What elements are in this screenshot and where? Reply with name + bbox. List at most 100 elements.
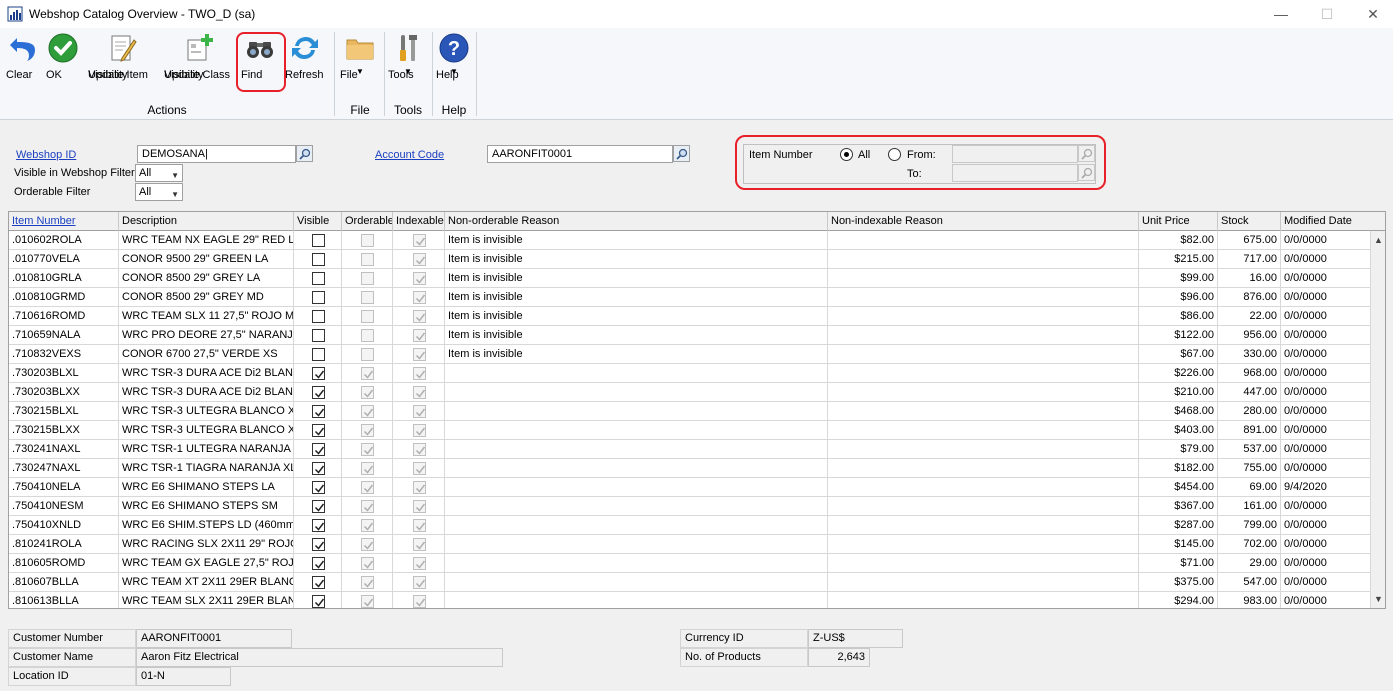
account-code-field[interactable]: AARONFIT0001 — [487, 145, 673, 163]
table-row[interactable]: .730241NAXL WRC TSR-1 ULTEGRA NARANJA XL $… — [9, 440, 1371, 459]
visible-checkbox[interactable] — [311, 253, 325, 266]
clear-button[interactable]: Clear — [6, 32, 40, 81]
orderable-filter-select[interactable]: All ▼ — [135, 183, 183, 201]
desc-cell[interactable]: WRC E6 SHIMANO STEPS SM — [119, 497, 294, 516]
date-cell[interactable]: 0/0/0000 — [1281, 497, 1371, 516]
desc-cell[interactable]: WRC TSR-1 TIAGRA NARANJA XL — [119, 459, 294, 478]
reason-cell[interactable] — [445, 478, 828, 497]
date-cell[interactable]: 0/0/0000 — [1281, 554, 1371, 573]
maximize-button[interactable]: ☐ — [1304, 0, 1350, 28]
header-orderable[interactable]: Orderable — [342, 212, 393, 231]
desc-cell[interactable]: CONOR 8500 29" GREY LA — [119, 269, 294, 288]
item-cell[interactable]: .750410NESM — [9, 497, 119, 516]
nonidx-cell[interactable] — [828, 459, 1139, 478]
nonidx-cell[interactable] — [828, 535, 1139, 554]
stock-cell[interactable]: 547.00 — [1218, 573, 1281, 592]
reason-cell[interactable] — [445, 402, 828, 421]
desc-cell[interactable]: WRC E6 SHIMANO STEPS LA — [119, 478, 294, 497]
price-cell[interactable]: $210.00 — [1139, 383, 1218, 402]
date-cell[interactable]: 0/0/0000 — [1281, 269, 1371, 288]
stock-cell[interactable]: 876.00 — [1218, 288, 1281, 307]
header-unit-price[interactable]: Unit Price — [1139, 212, 1218, 231]
header-item-number[interactable]: Item Number — [9, 212, 119, 231]
price-cell[interactable]: $215.00 — [1139, 250, 1218, 269]
table-row[interactable]: .710659NALA WRC PRO DEORE 27,5" NARANJA It… — [9, 326, 1371, 345]
stock-cell[interactable]: 983.00 — [1218, 592, 1281, 608]
price-cell[interactable]: $226.00 — [1139, 364, 1218, 383]
table-row[interactable]: .730247NAXL WRC TSR-1 TIAGRA NARANJA XL $1… — [9, 459, 1371, 478]
item-cell[interactable]: .730215BLXX — [9, 421, 119, 440]
reason-cell[interactable]: Item is invisible — [445, 250, 828, 269]
find-button[interactable]: Find — [241, 32, 279, 81]
visible-checkbox[interactable] — [311, 424, 325, 437]
stock-cell[interactable]: 891.00 — [1218, 421, 1281, 440]
file-menu-button[interactable]: File ▼ — [340, 32, 380, 81]
reason-cell[interactable] — [445, 516, 828, 535]
table-row[interactable]: .750410NELA WRC E6 SHIMANO STEPS LA $454.0… — [9, 478, 1371, 497]
table-row[interactable]: .810607BLLA WRC TEAM XT 2X11 29ER BLANCO $… — [9, 573, 1371, 592]
item-cell[interactable]: .010810GRMD — [9, 288, 119, 307]
price-cell[interactable]: $468.00 — [1139, 402, 1218, 421]
stock-cell[interactable]: 330.00 — [1218, 345, 1281, 364]
stock-cell[interactable]: 280.00 — [1218, 402, 1281, 421]
price-cell[interactable]: $454.00 — [1139, 478, 1218, 497]
table-row[interactable]: .710616ROMD WRC TEAM SLX 11 27,5" ROJO M I… — [9, 307, 1371, 326]
date-cell[interactable]: 0/0/0000 — [1281, 364, 1371, 383]
table-row[interactable]: .010770VELA CONOR 9500 29" GREEN LA Item i… — [9, 250, 1371, 269]
desc-cell[interactable]: WRC TEAM SLX 11 27,5" ROJO M — [119, 307, 294, 326]
item-cell[interactable]: .730247NAXL — [9, 459, 119, 478]
table-row[interactable]: .810241ROLA WRC RACING SLX 2X11 29" ROJO $… — [9, 535, 1371, 554]
desc-cell[interactable]: WRC TEAM SLX 2X11 29ER BLANCO — [119, 592, 294, 608]
date-cell[interactable]: 0/0/0000 — [1281, 516, 1371, 535]
nonidx-cell[interactable] — [828, 554, 1139, 573]
update-item-visibility-button[interactable]: Update Item Visibility — [88, 32, 156, 81]
stock-cell[interactable]: 16.00 — [1218, 269, 1281, 288]
ok-button[interactable]: OK — [46, 32, 80, 81]
date-cell[interactable]: 0/0/0000 — [1281, 326, 1371, 345]
visible-checkbox[interactable] — [311, 443, 325, 456]
reason-cell[interactable]: Item is invisible — [445, 345, 828, 364]
visible-checkbox[interactable] — [311, 367, 325, 380]
desc-cell[interactable]: WRC TSR-3 ULTEGRA BLANCO XL — [119, 402, 294, 421]
table-row[interactable]: .010810GRLA CONOR 8500 29" GREY LA Item is… — [9, 269, 1371, 288]
webshop-id-link[interactable]: Webshop ID — [16, 149, 76, 161]
item-cell[interactable]: .010602ROLA — [9, 231, 119, 250]
nonidx-cell[interactable] — [828, 421, 1139, 440]
to-item-field[interactable] — [952, 164, 1078, 182]
price-cell[interactable]: $71.00 — [1139, 554, 1218, 573]
visible-checkbox[interactable] — [311, 386, 325, 399]
stock-cell[interactable]: 968.00 — [1218, 364, 1281, 383]
tools-menu-button[interactable]: Tools ▼ — [388, 32, 428, 81]
close-button[interactable]: ✕ — [1350, 0, 1393, 28]
item-cell[interactable]: .730203BLXL — [9, 364, 119, 383]
date-cell[interactable]: 0/0/0000 — [1281, 383, 1371, 402]
reason-cell[interactable] — [445, 440, 828, 459]
date-cell[interactable]: 0/0/0000 — [1281, 592, 1371, 608]
radio-all[interactable] — [840, 148, 853, 161]
desc-cell[interactable]: WRC TEAM GX EAGLE 27,5" ROJO — [119, 554, 294, 573]
reason-cell[interactable]: Item is invisible — [445, 231, 828, 250]
reason-cell[interactable] — [445, 364, 828, 383]
nonidx-cell[interactable] — [828, 345, 1139, 364]
header-indexable[interactable]: Indexable — [393, 212, 445, 231]
account-code-lookup-button[interactable] — [673, 145, 690, 162]
nonidx-cell[interactable] — [828, 516, 1139, 535]
price-cell[interactable]: $82.00 — [1139, 231, 1218, 250]
stock-cell[interactable]: 702.00 — [1218, 535, 1281, 554]
desc-cell[interactable]: WRC RACING SLX 2X11 29" ROJO — [119, 535, 294, 554]
table-row[interactable]: .010810GRMD CONOR 8500 29" GREY MD Item is… — [9, 288, 1371, 307]
price-cell[interactable]: $67.00 — [1139, 345, 1218, 364]
nonidx-cell[interactable] — [828, 364, 1139, 383]
item-cell[interactable]: .810241ROLA — [9, 535, 119, 554]
visible-checkbox[interactable] — [311, 329, 325, 342]
stock-cell[interactable]: 675.00 — [1218, 231, 1281, 250]
table-row[interactable]: .730215BLXX WRC TSR-3 ULTEGRA BLANCO XX $4… — [9, 421, 1371, 440]
item-cell[interactable]: .810607BLLA — [9, 573, 119, 592]
item-cell[interactable]: .730203BLXX — [9, 383, 119, 402]
desc-cell[interactable]: CONOR 6700 27,5" VERDE XS — [119, 345, 294, 364]
price-cell[interactable]: $367.00 — [1139, 497, 1218, 516]
header-non-orderable-reason[interactable]: Non-orderable Reason — [445, 212, 828, 231]
date-cell[interactable]: 0/0/0000 — [1281, 421, 1371, 440]
nonidx-cell[interactable] — [828, 250, 1139, 269]
nonidx-cell[interactable] — [828, 269, 1139, 288]
